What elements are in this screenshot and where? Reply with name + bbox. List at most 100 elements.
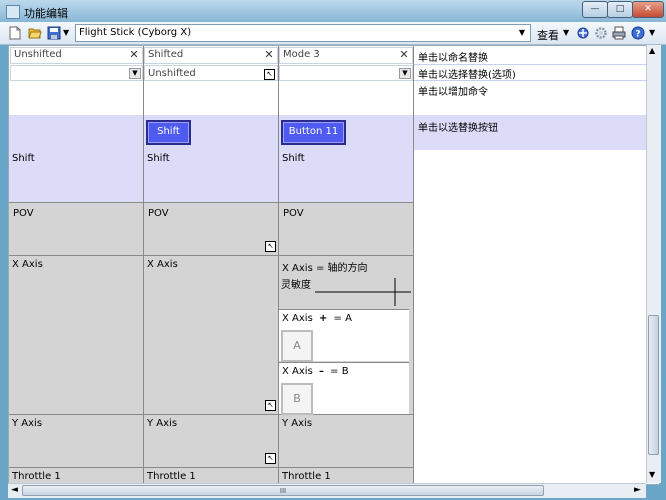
minus-sign: – (318, 366, 324, 377)
shift-select-1[interactable]: ▼ (10, 65, 143, 81)
popout-icon[interactable]: ↖ (264, 69, 275, 80)
xaxis-label: X Axis (12, 259, 43, 270)
vertical-scrollbar[interactable]: ▲ ▼ (646, 45, 661, 483)
window: 功能编辑 — □ ✕ ▼ Flight Stick (Cyborg X) ▼ 查… (0, 0, 666, 500)
view-menu[interactable]: 查看 (537, 27, 559, 43)
clear-mode-2-icon[interactable]: ✕ (262, 49, 276, 62)
scroll-right-icon[interactable]: ► (634, 485, 641, 495)
xaxis-label: X Axis (147, 259, 178, 270)
pov-cell-1[interactable]: POV (9, 203, 144, 256)
device-combo[interactable]: Flight Stick (Cyborg X) ▼ (75, 24, 531, 42)
column-divider (278, 46, 279, 150)
xaxis-cell-1[interactable]: X Axis (9, 256, 144, 415)
key-a-button[interactable]: A (281, 330, 313, 362)
mapping-grid: Unshifted ✕ Shifted ✕ Mode 3 ✕ ▼ Unshift… (8, 45, 660, 485)
yaxis-cell-2[interactable]: Y Axis ↖ (144, 415, 279, 468)
sensitivity-curve[interactable] (313, 276, 413, 308)
horizontal-scroll-thumb[interactable]: III (22, 485, 544, 496)
plus-value: = A (333, 313, 352, 324)
yaxis-label: Y Axis (282, 418, 313, 429)
yaxis-label: Y Axis (12, 418, 43, 429)
hint-add-command: 单击以增加命令 (418, 87, 488, 98)
pov-label: POV (13, 208, 34, 219)
throttle-label: Throttle 1 (282, 471, 331, 482)
pov-cell-3[interactable]: POV (279, 203, 414, 256)
shift-button[interactable]: Shift (146, 120, 191, 145)
sensitivity-label: 灵敏度 (281, 280, 311, 291)
xaxis-minus-box[interactable]: X Axis – = B B (279, 362, 409, 415)
mode-name-1: Unshifted (14, 49, 62, 60)
popout-icon[interactable]: ↖ (265, 241, 276, 252)
xaxis-plus-line: X Axis + = A (282, 313, 352, 324)
mode-name-input-1[interactable]: Unshifted (10, 47, 143, 64)
shift-cell-1[interactable]: Shift (9, 150, 144, 203)
device-icon[interactable] (576, 26, 590, 40)
minus-value: = B (330, 366, 349, 377)
pov-cell-2[interactable]: POV ↖ (144, 203, 279, 256)
hint-choose-button: 单击以选替换按钮 (418, 123, 498, 134)
shift-label: Shift (282, 153, 305, 164)
help-icon[interactable]: ? (631, 26, 645, 40)
shift-cell-2[interactable]: Shift (144, 150, 279, 203)
view-menu-arrow[interactable]: ▼ (563, 28, 569, 37)
button-11-button[interactable]: Button 11 (281, 120, 346, 145)
horizontal-scrollbar[interactable]: ◄ III ► (8, 483, 646, 498)
device-combo-value: Flight Stick (Cyborg X) (79, 27, 192, 38)
save-menu-arrow[interactable]: ▼ (63, 28, 69, 37)
pov-label: POV (148, 208, 169, 219)
throttle-label: Throttle 1 (147, 471, 196, 482)
xaxis-minus-label: X Axis (282, 366, 313, 377)
button-row (9, 115, 414, 150)
scroll-down-icon[interactable]: ▼ (649, 470, 655, 479)
new-file-icon[interactable] (8, 26, 22, 40)
xaxis-plus-box[interactable]: X Axis + = A A (279, 309, 409, 362)
column-divider (413, 46, 414, 484)
scroll-left-icon[interactable]: ◄ (11, 485, 18, 495)
gear-icon[interactable] (594, 26, 608, 40)
clear-mode-3-icon[interactable]: ✕ (397, 49, 411, 62)
xaxis-minus-line: X Axis – = B (282, 366, 349, 377)
minimize-button[interactable]: — (582, 1, 608, 18)
xaxis-plus-label: X Axis (282, 313, 313, 324)
direction-suffix: = 轴的方向 (315, 263, 368, 274)
help-menu-arrow[interactable]: ▼ (649, 28, 655, 37)
chevron-down-icon[interactable]: ▼ (399, 68, 411, 79)
print-icon[interactable] (612, 26, 626, 40)
pov-label: POV (283, 208, 304, 219)
scroll-up-icon[interactable]: ▲ (649, 46, 655, 55)
maximize-button[interactable]: □ (607, 1, 633, 18)
xaxis-label: X Axis (282, 263, 313, 274)
yaxis-cell-3[interactable]: Y Axis (279, 415, 414, 468)
throttle-label: Throttle 1 (12, 471, 61, 482)
popout-icon[interactable]: ↖ (265, 453, 276, 464)
vertical-scroll-thumb[interactable] (648, 315, 659, 455)
popout-icon[interactable]: ↖ (265, 400, 276, 411)
yaxis-cell-1[interactable]: Y Axis (9, 415, 144, 468)
key-b-button[interactable]: B (281, 383, 313, 415)
hint-rename: 单击以命名替换 (418, 53, 488, 64)
hint-choose: 单击以选择替换(选项) (418, 70, 516, 81)
shift-cell-3[interactable]: Shift (279, 150, 414, 203)
yaxis-label: Y Axis (147, 418, 178, 429)
mode-name-2: Shifted (148, 49, 184, 60)
shift-select-2[interactable]: Unshifted ↖ (144, 65, 278, 81)
chevron-down-icon[interactable]: ▼ (129, 68, 141, 79)
clear-mode-1-icon[interactable]: ✕ (127, 49, 141, 62)
app-icon (6, 5, 20, 19)
column-divider (143, 46, 144, 150)
mode-name-3: Mode 3 (283, 49, 320, 60)
plus-sign: + (318, 313, 328, 324)
xaxis-cell-2[interactable]: X Axis ↖ (144, 256, 279, 415)
save-icon[interactable] (47, 26, 61, 40)
xaxis-direction-line: X Axis = 轴的方向 (282, 259, 368, 274)
divider (414, 64, 659, 65)
title-bar: 功能编辑 — □ ✕ (0, 0, 666, 22)
svg-text:?: ? (635, 30, 640, 40)
mode-name-input-2[interactable]: Shifted (144, 47, 278, 64)
shift-select-3[interactable]: ▼ (279, 65, 413, 81)
xaxis-cell-3[interactable]: X Axis = 轴的方向 灵敏度 X Axis + = A A X Axis … (279, 256, 414, 415)
chevron-down-icon[interactable]: ▼ (516, 26, 528, 39)
open-folder-icon[interactable] (28, 26, 42, 40)
mode-name-input-3[interactable]: Mode 3 (279, 47, 413, 64)
close-button[interactable]: ✕ (632, 1, 664, 18)
